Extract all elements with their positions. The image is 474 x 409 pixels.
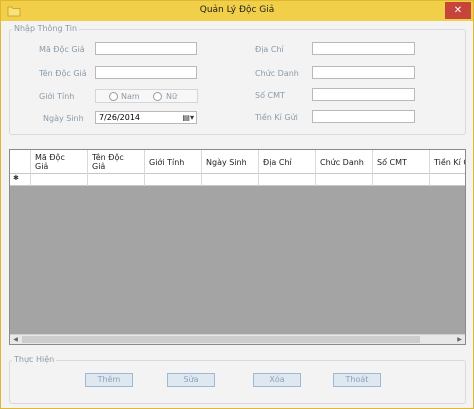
ngay-sinh-datepicker[interactable]: 7/26/2014 ▤▾	[95, 111, 197, 124]
chuc-danh-label: Chức Danh	[255, 69, 299, 78]
column-header-tien-ki-gui[interactable]: Tiền Kí G	[430, 150, 465, 174]
tien-ki-gui-input[interactable]	[312, 110, 415, 123]
dia-chi-input[interactable]	[312, 42, 415, 55]
info-group-title: Nhập Thông Tin	[12, 24, 80, 33]
scroll-left-icon[interactable]: ◀	[10, 335, 21, 344]
ten-doc-gia-input[interactable]	[95, 66, 197, 79]
column-header-gioi-tinh[interactable]: Giới Tính	[145, 150, 202, 174]
grid-cell[interactable]	[31, 174, 88, 186]
tien-ki-gui-label: Tiền Kí Gửi	[255, 113, 298, 122]
ma-doc-gia-input[interactable]	[95, 42, 197, 55]
so-cmt-label: Số CMT	[255, 91, 285, 100]
scroll-right-icon[interactable]: ▶	[454, 335, 465, 344]
grid-cell[interactable]	[202, 174, 259, 186]
column-header-chuc-danh[interactable]: Chức Danh	[316, 150, 373, 174]
delete-button[interactable]: Xóa	[253, 373, 301, 387]
add-button[interactable]: Thêm	[85, 373, 133, 387]
grid-cell[interactable]	[88, 174, 145, 186]
ten-doc-gia-label: Tên Độc Giả	[39, 69, 87, 78]
column-header-so-cmt[interactable]: Số CMT	[373, 150, 430, 174]
scroll-thumb[interactable]	[22, 336, 420, 343]
column-header-ten-doc-gia[interactable]: Tên Độc Giả	[88, 150, 145, 174]
reader-data-grid[interactable]: Mã Độc Giả Tên Độc Giả Giới Tính Ngày Si…	[9, 149, 466, 345]
radio-nam-label[interactable]: Nam	[121, 92, 140, 101]
gender-radio-group: Nam Nữ	[95, 89, 198, 103]
dia-chi-label: Địa Chỉ	[255, 45, 284, 54]
chuc-danh-input[interactable]	[312, 66, 415, 79]
grid-new-row[interactable]: ✱	[10, 174, 465, 186]
radio-nu-label[interactable]: Nữ	[166, 92, 177, 101]
ma-doc-gia-label: Mã Độc Giả	[39, 45, 85, 54]
ngay-sinh-value: 7/26/2014	[99, 113, 141, 122]
so-cmt-input[interactable]	[312, 88, 415, 101]
grid-header: Mã Độc Giả Tên Độc Giả Giới Tính Ngày Si…	[10, 150, 465, 174]
main-window: Quản Lý Độc Giả ✕ Nhập Thông Tin Mã Độc …	[0, 0, 474, 409]
ngay-sinh-label: Ngày Sinh	[43, 114, 84, 123]
window-title: Quản Lý Độc Giả	[199, 5, 275, 15]
horizontal-scrollbar[interactable]: ◀ ▶	[10, 334, 465, 344]
row-header-corner	[10, 150, 31, 174]
grid-cell[interactable]	[316, 174, 373, 186]
grid-cell[interactable]	[430, 174, 465, 186]
grid-cell[interactable]	[259, 174, 316, 186]
calendar-dropdown-icon[interactable]: ▤▾	[182, 113, 194, 122]
close-button[interactable]: ✕	[445, 2, 471, 19]
radio-nu[interactable]	[153, 92, 162, 101]
grid-cell[interactable]	[145, 174, 202, 186]
actions-group-title: Thực Hiện	[12, 355, 57, 364]
edit-button[interactable]: Sửa	[167, 373, 215, 387]
column-header-dia-chi[interactable]: Địa Chỉ	[259, 150, 316, 174]
gioi-tinh-label: Giới Tính	[39, 92, 75, 101]
actions-groupbox	[9, 360, 466, 404]
column-header-ma-doc-gia[interactable]: Mã Độc Giả	[31, 150, 88, 174]
title-bar[interactable]: Quản Lý Độc Giả ✕	[1, 1, 473, 21]
exit-button[interactable]: Thoát	[333, 373, 381, 387]
radio-nam[interactable]	[109, 92, 118, 101]
column-header-ngay-sinh[interactable]: Ngày Sinh	[202, 150, 259, 174]
grid-cell[interactable]	[373, 174, 430, 186]
grid-cell	[10, 174, 31, 186]
